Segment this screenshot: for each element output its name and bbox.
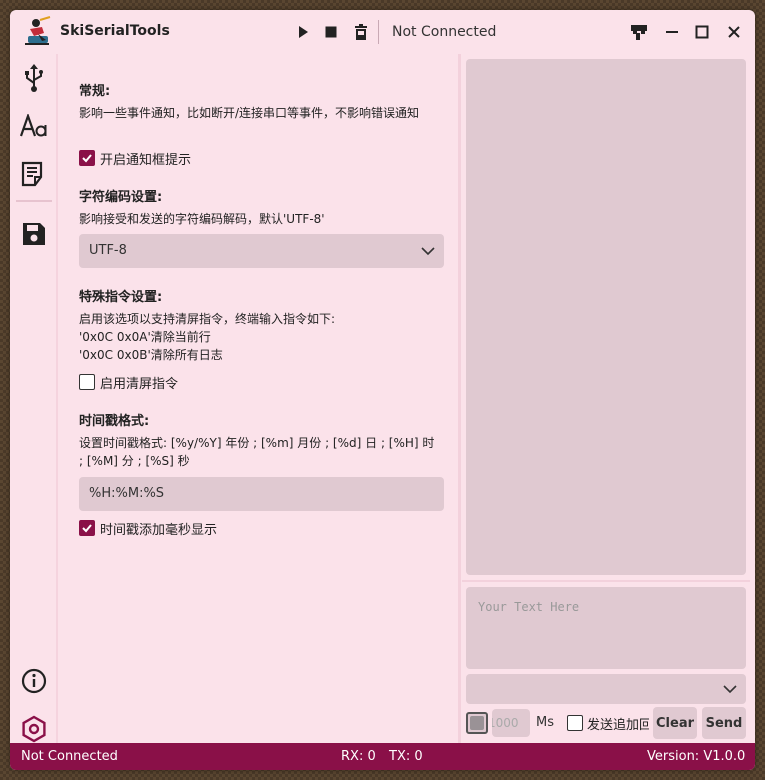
clear-screen-label: 启用清屏指令 — [100, 376, 179, 392]
interval-value: 1000 — [492, 716, 519, 730]
clear-icon — [355, 23, 367, 40]
sidebar-item-usb[interactable] — [16, 60, 52, 96]
encoding-select[interactable]: UTF-8 — [79, 234, 444, 268]
status-bar: Not Connected RX: 0 TX: 0 Version: V1.0.… — [10, 743, 755, 770]
millisecond-toggle[interactable]: 时间戳添加毫秒显示 — [79, 519, 218, 538]
info-icon — [21, 668, 47, 694]
interval-unit: Ms — [536, 715, 554, 730]
pin-icon — [631, 25, 647, 40]
titlebar-separator — [378, 20, 379, 44]
send-text-placeholder: Your Text Here — [478, 600, 580, 614]
clear-screen-toggle[interactable]: 启用清屏指令 — [79, 373, 179, 392]
special-section-title: 特殊指令设置: — [79, 290, 163, 305]
timestamp-format-input[interactable]: %H:%M:%S — [79, 477, 444, 511]
document-icon — [21, 161, 43, 187]
stop-icon — [325, 26, 337, 38]
maximize-button[interactable] — [692, 22, 712, 42]
app-title: SkiSerialTools — [60, 23, 170, 39]
minimize-button[interactable] — [662, 22, 682, 42]
status-tx: TX: 0 — [389, 749, 423, 764]
sidebar-item-info[interactable] — [16, 663, 52, 699]
append-newline-label: 发送追加回车 — [587, 718, 649, 733]
interval-input[interactable]: 1000 — [492, 709, 530, 737]
send-history-select[interactable] — [466, 674, 746, 704]
font-icon — [19, 114, 47, 137]
status-rx: RX: 0 — [341, 749, 376, 764]
notification-label: 开启通知框提示 — [100, 152, 192, 168]
sidebar-item-save[interactable] — [16, 216, 52, 252]
clear-button[interactable]: Clear — [653, 707, 697, 739]
play-button[interactable] — [293, 22, 313, 42]
timestamp-description: 设置时间戳格式: [%y/%Y] 年份 ; [%m] 月份 ; [%d] 日 ;… — [79, 436, 435, 468]
panel-splitter[interactable] — [458, 54, 461, 743]
status-version: Version: V1.0.0 — [647, 749, 746, 764]
append-newline-checkbox[interactable] — [567, 715, 583, 731]
stop-button[interactable] — [321, 22, 341, 42]
auto-send-indicator — [470, 716, 484, 730]
log-input-splitter[interactable] — [462, 580, 750, 582]
timestamp-section-title: 时间戳格式: — [79, 414, 150, 429]
notification-toggle[interactable]: 开启通知框提示 — [79, 149, 192, 168]
connection-title: Not Connected — [392, 24, 497, 40]
pin-button[interactable] — [629, 22, 649, 42]
send-button[interactable]: Send — [702, 707, 746, 739]
play-icon — [299, 26, 308, 38]
minimize-icon — [666, 31, 678, 33]
auto-send-checkbox[interactable] — [466, 712, 488, 734]
notification-checkbox[interactable] — [79, 150, 95, 166]
encoding-description: 影响接受和发送的字符编码解码，默认'UTF-8' — [79, 212, 325, 226]
maximize-icon — [695, 25, 709, 39]
hexagon-settings-icon — [22, 715, 46, 743]
encoding-section-title: 字符编码设置: — [79, 190, 163, 205]
sidebar-item-settings[interactable] — [16, 711, 52, 747]
log-output-area[interactable] — [466, 59, 746, 575]
send-controls: 1000 Ms 发送追加回车 Clear Send — [466, 707, 746, 739]
encoding-value: UTF-8 — [89, 243, 127, 258]
close-icon — [728, 26, 740, 38]
general-description: 影响一些事件通知，比如断开/连接串口等事件，不影响错误通知 — [79, 106, 420, 120]
special-desc-line-2: '0x0C 0x0A'清除当前行 — [79, 330, 211, 344]
chevron-down-icon — [421, 247, 435, 256]
title-bar: SkiSerialTools Not Connected — [10, 10, 755, 54]
settings-panel: 常规: 影响一些事件通知，比如断开/连接串口等事件，不影响错误通知 开启通知框提… — [60, 54, 458, 743]
status-connection: Not Connected — [21, 749, 118, 764]
timestamp-format-value: %H:%M:%S — [89, 486, 165, 501]
sidebar-item-font[interactable] — [16, 108, 52, 144]
skier-logo-icon — [22, 16, 52, 48]
check-icon — [82, 524, 92, 533]
special-desc-line-3: '0x0C 0x0B'清除所有日志 — [79, 348, 223, 362]
sidebar-item-log[interactable] — [16, 156, 52, 192]
check-icon — [82, 154, 92, 163]
clear-screen-checkbox[interactable] — [79, 374, 95, 390]
millisecond-label: 时间戳添加毫秒显示 — [100, 522, 218, 538]
close-button[interactable] — [724, 22, 744, 42]
millisecond-checkbox[interactable] — [79, 520, 95, 536]
clear-log-button[interactable] — [351, 22, 371, 42]
sidebar-divider — [16, 200, 52, 202]
usb-icon — [25, 64, 43, 92]
send-text-input[interactable]: Your Text Here — [466, 587, 746, 669]
special-desc-line-1: 启用该选项以支持清屏指令，终端输入指令如下: — [79, 312, 336, 326]
app-window: SkiSerialTools Not Connected 常规: 影响一些事件通… — [10, 10, 755, 770]
general-section-title: 常规: — [79, 84, 111, 99]
save-icon — [23, 223, 45, 245]
sidebar — [10, 54, 58, 743]
chevron-down-icon — [723, 685, 737, 694]
